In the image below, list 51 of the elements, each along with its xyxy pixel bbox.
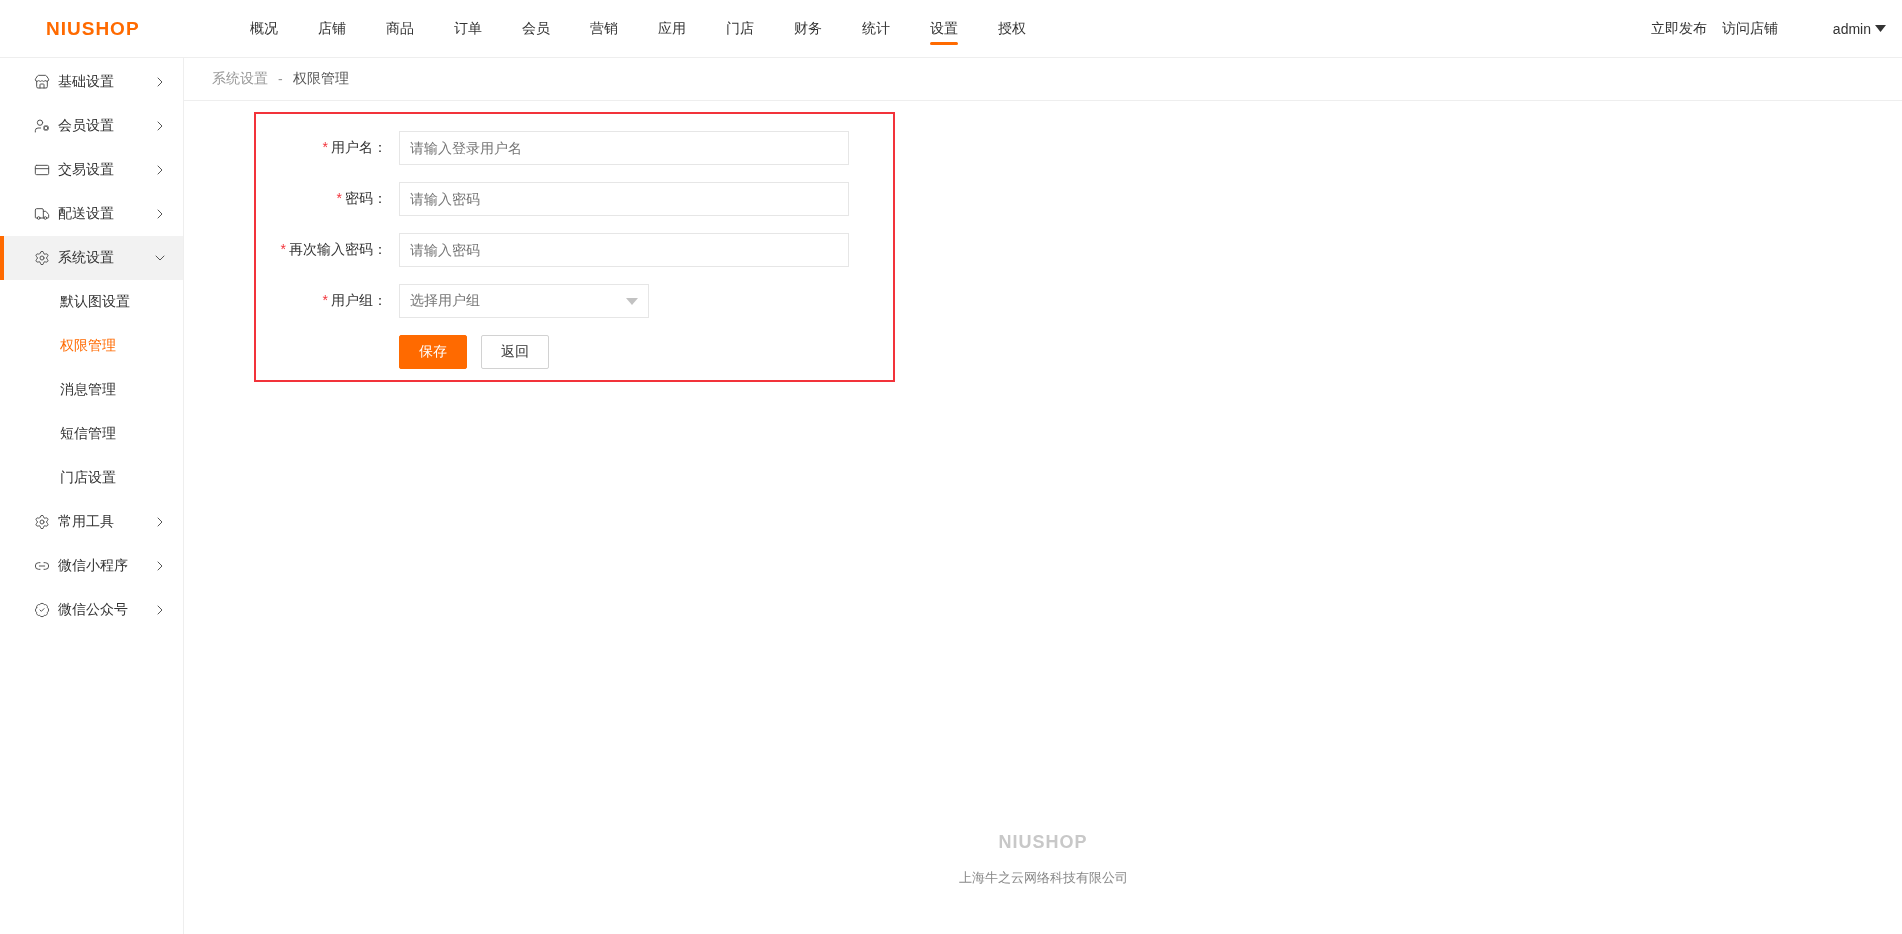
- nav-tab[interactable]: 设置: [910, 0, 978, 57]
- breadcrumb-separator: -: [278, 71, 283, 87]
- field-label-text: 用户名：: [331, 139, 387, 155]
- caret-icon: [1875, 25, 1886, 32]
- back-button[interactable]: 返回: [481, 335, 549, 369]
- nav-tab[interactable]: 财务: [774, 0, 842, 57]
- sidebar-subitem[interactable]: 默认图设置: [0, 280, 183, 324]
- user-menu[interactable]: admin: [1832, 20, 1886, 37]
- sidebar-subitem[interactable]: 短信管理: [0, 412, 183, 456]
- company-name: 上海牛之云网络科技有限公司: [958, 869, 1128, 887]
- input-field[interactable]: 请输入密码: [399, 182, 849, 216]
- sidebar-item[interactable]: 交易设置: [0, 148, 183, 192]
- nav-tab[interactable]: 门店: [706, 0, 774, 57]
- badge-check-icon: [34, 602, 50, 618]
- header-link[interactable]: 访问店铺: [1721, 19, 1778, 38]
- nav-tab[interactable]: 商品: [366, 0, 434, 57]
- sidebar-item[interactable]: 基础设置: [0, 60, 183, 104]
- input-field[interactable]: 请输入密码: [399, 233, 849, 267]
- nav-tab[interactable]: 店铺: [298, 0, 366, 57]
- sidebar-item[interactable]: 会员设置: [0, 104, 183, 148]
- header-link[interactable]: 立即发布: [1650, 19, 1707, 38]
- sidebar-item[interactable]: 常用工具: [0, 500, 183, 544]
- sidebar-subitem[interactable]: 消息管理: [0, 368, 183, 412]
- settings-icon: [34, 250, 50, 266]
- sidebar-item[interactable]: 微信公众号: [0, 588, 183, 632]
- nav-tab[interactable]: 统计: [842, 0, 910, 57]
- nav-tab[interactable]: 订单: [434, 0, 502, 57]
- field-label-text: 密码：: [345, 190, 387, 206]
- sidebar-item[interactable]: 微信小程序: [0, 544, 183, 588]
- field-label-text: 再次输入密码：: [289, 241, 387, 257]
- nav-tab[interactable]: 概况: [230, 0, 298, 57]
- truck-icon: [34, 206, 50, 222]
- required-mark: *: [322, 292, 328, 308]
- required-mark: *: [336, 190, 342, 206]
- nav-tab[interactable]: 营销: [570, 0, 638, 57]
- sidebar-item[interactable]: 配送设置: [0, 192, 183, 236]
- nav-tab[interactable]: 授权: [978, 0, 1046, 57]
- sidebar-subitem[interactable]: 门店设置: [0, 456, 183, 500]
- nav-tab[interactable]: 应用: [638, 0, 706, 57]
- input-field[interactable]: 请输入登录用户名: [399, 131, 849, 165]
- required-mark: *: [322, 139, 328, 155]
- dropdown-arrow-icon: [626, 297, 638, 305]
- field-label-text: 用户组：: [331, 292, 387, 308]
- breadcrumb-item[interactable]: 权限管理: [292, 70, 349, 88]
- select-field[interactable]: 选择用户组: [399, 284, 649, 318]
- required-mark: *: [280, 241, 286, 257]
- user-gear-icon: [34, 118, 50, 134]
- nav-tab[interactable]: 会员: [502, 0, 570, 57]
- sidebar-item[interactable]: 系统设置: [0, 236, 183, 280]
- settings-icon: [34, 514, 50, 530]
- logo: NIUSHOP: [45, 17, 141, 40]
